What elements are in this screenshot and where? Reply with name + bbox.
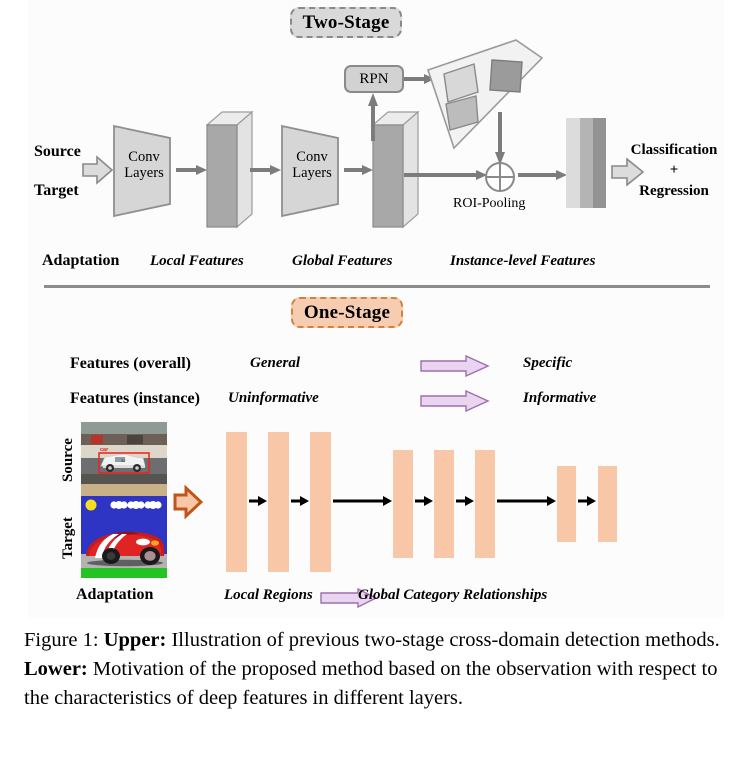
upper-source-label: Source: [34, 143, 81, 160]
upper-footer-global-features: Global Features: [292, 253, 393, 269]
arrow-global-to-rpn: [368, 93, 378, 141]
two-stage-title-text: Two-Stage: [302, 11, 390, 33]
rpn-box: RPN: [344, 65, 404, 93]
input-block-arrow-icon: [82, 155, 114, 185]
arrow-conv1-to-local: [176, 165, 207, 175]
lower-target-vlabel: Target: [60, 517, 76, 559]
feature-bar-1: [226, 432, 247, 572]
feature-bar-5: [434, 450, 454, 558]
instance-level-feature-block: [566, 118, 606, 208]
arrow-proposals-to-roi: [495, 112, 505, 165]
features-overall-from: General: [250, 355, 300, 371]
caption-upper-text: Illustration of previous two-stage cross…: [166, 629, 720, 651]
source-image-thumbnail: 32 car: [81, 422, 167, 496]
roi-pooling-crosshair-icon: [485, 162, 515, 192]
roi-pooling-label: ROI-Pooling: [453, 196, 526, 211]
arrow-conv2-to-global: [344, 165, 373, 175]
conv-layers-2-label: Conv Layers: [284, 149, 340, 182]
lower-footer-local-regions: Local Regions: [224, 587, 313, 603]
arrow-local-to-conv2: [250, 165, 281, 175]
features-instance-from: Uninformative: [228, 390, 319, 406]
conv-layers-1-line1: Conv: [128, 149, 160, 165]
arrow-bar5-to-bar6: [456, 496, 474, 506]
purple-arrow-right-icon-instance: [420, 390, 490, 412]
feature-bar-3: [310, 432, 331, 572]
features-overall-label: Features (overall): [70, 355, 191, 372]
source-bbox-class-label: car: [100, 447, 109, 453]
purple-arrow-right-icon-overall: [420, 355, 490, 377]
conv-layers-2-line1: Conv: [296, 149, 328, 165]
region-proposals-plane: [426, 39, 544, 150]
classification-regression-label: Classification + Regression: [624, 140, 724, 201]
caption-lower-text: Motivation of the proposed method based …: [24, 658, 718, 710]
conv-layers-1-label: Conv Layers: [116, 149, 172, 182]
arrow-bar3-to-bar4: [333, 496, 392, 506]
plus-text: +: [669, 162, 679, 179]
features-overall-to: Specific: [523, 355, 573, 371]
local-features-slab: [206, 111, 254, 229]
conv-layers-1-line2: Layers: [124, 164, 164, 181]
two-stage-title-pill: Two-Stage: [290, 7, 402, 38]
feature-bar-4: [393, 450, 413, 558]
one-stage-title-pill: One-Stage: [291, 297, 403, 328]
feature-bar-2: [268, 432, 289, 572]
conv-layers-2-line2: Layers: [292, 164, 332, 181]
lower-source-vlabel: Source: [60, 438, 76, 482]
section-divider: [44, 285, 710, 288]
upper-target-label: Target: [34, 182, 79, 199]
figure-caption: Figure 1: Upper: Illustration of previou…: [24, 626, 724, 713]
feature-bar-6: [475, 450, 495, 558]
figure-panel: Two-Stage Source Target Conv Layers Conv…: [28, 0, 724, 618]
caption-upper-tag: Upper:: [103, 629, 167, 651]
caption-prefix: Figure 1:: [24, 629, 99, 651]
orange-block-arrow-icon: [173, 485, 203, 519]
arrow-bar2-to-bar3: [291, 496, 309, 506]
one-stage-title-text: One-Stage: [303, 301, 391, 323]
target-image-thumbnail: [81, 496, 167, 578]
caption-lower-tag: Lower:: [24, 658, 88, 681]
classification-text: Classification: [630, 142, 718, 158]
regression-text: Regression: [639, 182, 709, 199]
lower-footer-adaptation: Adaptation: [76, 586, 154, 603]
features-instance-label: Features (instance): [70, 390, 200, 407]
arrow-global-to-roi: [404, 170, 487, 180]
features-instance-to: Informative: [523, 390, 597, 406]
upper-footer-adaptation: Adaptation: [42, 252, 120, 269]
arrow-bar7-to-bar8: [578, 496, 596, 506]
svg-text:32: 32: [121, 458, 126, 463]
upper-footer-instance-features: Instance-level Features: [450, 253, 596, 269]
lower-footer-global-category: Global Category Relationships: [358, 587, 548, 603]
feature-bar-8: [598, 466, 617, 542]
arrow-bar6-to-bar7: [497, 496, 556, 506]
arrow-bar4-to-bar5: [415, 496, 433, 506]
arrow-roi-to-instance: [518, 170, 567, 180]
arrow-bar1-to-bar2: [249, 496, 267, 506]
upper-footer-local-features: Local Features: [150, 253, 244, 269]
rpn-label: RPN: [359, 70, 389, 87]
feature-bar-7: [557, 466, 576, 542]
